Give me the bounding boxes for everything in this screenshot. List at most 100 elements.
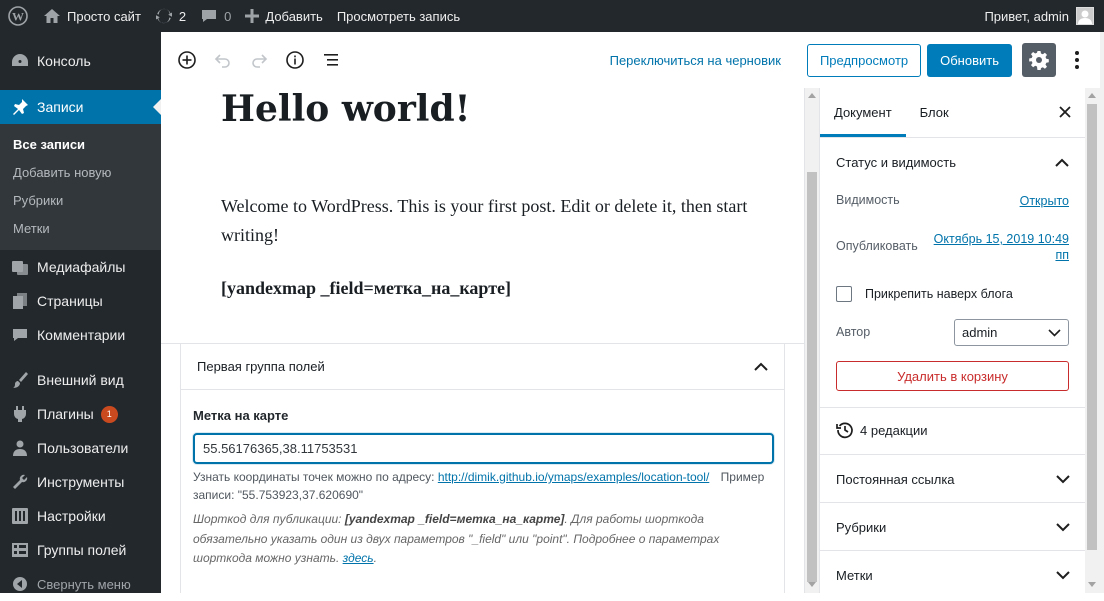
history-icon (836, 421, 854, 439)
help-prefix: Узнать координаты точек можно по адресу: (193, 470, 438, 484)
collapse-icon (10, 574, 30, 594)
sidebar-item-label: Пользователи (37, 440, 129, 456)
sidebar-item-tools[interactable]: Инструменты (0, 465, 161, 499)
submenu-all-posts[interactable]: Все записи (0, 130, 161, 158)
sidebar-item-plugins[interactable]: Плагины 1 (0, 397, 161, 431)
revisions-label: 4 редакции (860, 422, 928, 438)
tab-document[interactable]: Документ (820, 88, 906, 137)
settings-scrollbar[interactable] (1085, 88, 1100, 593)
shortcode-block[interactable]: [yandexmap _field=метка_на_карте] (221, 278, 511, 299)
collapse-menu-button[interactable]: Свернуть меню (0, 567, 161, 601)
close-icon[interactable] (1055, 102, 1075, 122)
pages-icon (10, 291, 30, 311)
sidebar-item-media[interactable]: Медиафайлы (0, 250, 161, 284)
tools-icon (10, 472, 30, 492)
window-edge (1100, 32, 1104, 593)
editor-scrollbar[interactable] (804, 88, 819, 593)
wordpress-logo-icon[interactable]: W (0, 0, 36, 32)
scroll-up-arrow[interactable] (1088, 93, 1096, 98)
scroll-down-arrow[interactable] (808, 582, 816, 587)
categories-title: Рубрики (836, 519, 887, 535)
settings-scrollbar-thumb[interactable] (1087, 104, 1097, 550)
sidebar-item-pages[interactable]: Страницы (0, 284, 161, 318)
appearance-icon (10, 370, 30, 390)
author-select[interactable]: admin (954, 319, 1069, 346)
sidebar-item-settings[interactable]: Настройки (0, 499, 161, 533)
collapse-menu-label: Свернуть меню (37, 576, 131, 592)
visibility-label: Видимость (836, 193, 900, 207)
metabox-header[interactable]: Первая группа полей (181, 344, 784, 390)
plugins-icon (10, 404, 30, 424)
revisions-link[interactable]: 4 редакции (836, 421, 928, 439)
info-icon[interactable] (277, 42, 313, 78)
comments-link[interactable]: 0 (193, 0, 238, 32)
post-title[interactable]: Hello world! (221, 88, 470, 130)
sticky-checkbox[interactable] (836, 286, 852, 302)
tab-block[interactable]: Блок (906, 88, 963, 137)
submenu-categories[interactable]: Рубрики (0, 186, 161, 214)
update-button[interactable]: Обновить (927, 43, 1012, 77)
map-mark-field-label: Метка на карте (193, 408, 289, 423)
account-menu[interactable]: Привет, admin (977, 0, 1104, 32)
settings-gear-button[interactable] (1022, 43, 1056, 77)
sidebar-item-comments[interactable]: Комментарии (0, 318, 161, 352)
greeting: Привет, admin (984, 8, 1069, 24)
add-block-icon[interactable] (169, 42, 205, 78)
media-icon (10, 257, 30, 277)
users-icon (10, 438, 30, 458)
publish-date-toggle[interactable]: Октябрь 15, 2019 10:49 пп (929, 231, 1069, 263)
pin-icon (10, 97, 30, 117)
note-shortcode: [yandexmap _field=метка_на_карте] (344, 512, 565, 526)
paragraph-block[interactable]: Welcome to WordPress. This is your first… (221, 192, 761, 250)
sidebar-item-posts[interactable]: Записи (0, 90, 161, 124)
settings-sidebar: Документ Блок Статус и видимость Видимос… (819, 88, 1085, 593)
submenu-tags[interactable]: Метки (0, 214, 161, 242)
sidebar-item-dashboard[interactable]: Консоль (0, 44, 161, 78)
location-tool-link[interactable]: http://dimik.github.io/ymaps/examples/lo… (438, 470, 709, 484)
sidebar-item-field-groups[interactable]: Группы полей (0, 533, 161, 567)
more-options-button[interactable] (1062, 42, 1092, 78)
editor-canvas: Hello world! Welcome to WordPress. This … (161, 88, 804, 593)
scroll-down-arrow[interactable] (1088, 582, 1096, 587)
scroll-up-arrow[interactable] (808, 93, 816, 98)
map-mark-input[interactable] (193, 433, 774, 464)
settings-tabs: Документ Блок (820, 88, 1085, 138)
sidebar-item-label: Записи (37, 99, 84, 115)
metabox-title: Первая группа полей (197, 359, 325, 374)
preview-button[interactable]: Предпросмотр (806, 43, 922, 77)
switch-to-draft-link[interactable]: Переключиться на черновик (610, 53, 781, 68)
chevron-down-icon (1048, 326, 1061, 339)
dashboard-icon (10, 51, 30, 71)
author-label: Автор (836, 325, 871, 339)
sidebar-item-users[interactable]: Пользователи (0, 431, 161, 465)
undo-icon[interactable] (205, 42, 241, 78)
move-to-trash-button[interactable]: Удалить в корзину (836, 361, 1069, 391)
tags-panel-header[interactable]: Метки (820, 551, 1085, 593)
block-navigation-icon[interactable] (313, 42, 349, 78)
visibility-toggle[interactable]: Открыто (1020, 193, 1069, 209)
sticky-label[interactable]: Прикрепить наверх блога (865, 287, 1013, 301)
redo-icon[interactable] (241, 42, 277, 78)
site-name: Просто сайт (67, 8, 141, 24)
permalink-panel-header[interactable]: Постоянная ссылка (820, 455, 1085, 503)
sidebar-item-label: Настройки (37, 508, 106, 524)
view-post-label: Просмотреть запись (336, 8, 461, 24)
note-here-link[interactable]: здесь (343, 551, 374, 565)
submenu-add-new[interactable]: Добавить новую (0, 158, 161, 186)
sidebar-item-label: Медиафайлы (37, 259, 126, 275)
chevron-up-icon[interactable] (754, 362, 768, 371)
site-name-link[interactable]: Просто сайт (36, 0, 148, 32)
updates-link[interactable]: 2 (148, 0, 193, 32)
admin-bar: W Просто сайт 2 0 Добавить Просмотреть з… (0, 0, 1104, 32)
note-end: . (373, 551, 377, 565)
add-new-link[interactable]: Добавить (238, 0, 329, 32)
comments-count: 0 (224, 8, 232, 24)
categories-panel-header[interactable]: Рубрики (820, 503, 1085, 551)
sidebar-item-appearance[interactable]: Внешний вид (0, 363, 161, 397)
editor-scrollbar-thumb[interactable] (807, 172, 817, 582)
view-post-link[interactable]: Просмотреть запись (330, 0, 467, 32)
comments-icon (10, 325, 30, 345)
status-visibility-panel-header[interactable]: Статус и видимость (820, 138, 1085, 186)
gear-icon (1029, 50, 1049, 70)
sidebar-item-label: Инструменты (37, 474, 125, 490)
